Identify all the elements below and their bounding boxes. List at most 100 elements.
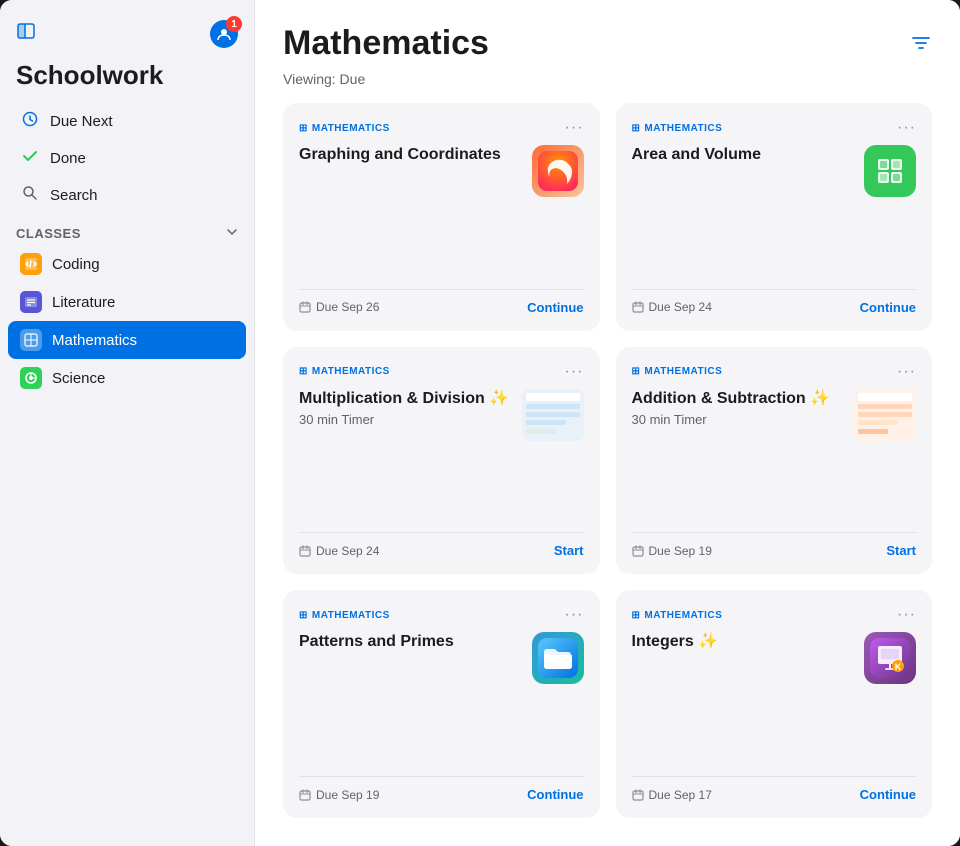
- card-info-integers: Integers ✨: [632, 632, 865, 653]
- card-due-integers: Due Sep 17: [632, 788, 712, 802]
- card-info-addition: Addition & Subtraction ✨ 30 min Timer: [632, 389, 855, 428]
- sidebar-item-mathematics[interactable]: Mathematics: [8, 321, 246, 359]
- card-title-graphing: Graphing and Coordinates: [299, 145, 532, 166]
- literature-icon: [20, 291, 42, 313]
- card-title-area: Area and Volume: [632, 145, 865, 166]
- check-icon: [20, 148, 40, 169]
- card-subject-graphing: ⊞ MATHEMATICS: [299, 123, 390, 134]
- card-subject-area: ⊞ MATHEMATICS: [632, 123, 723, 134]
- card-body-graphing: Graphing and Coordinates: [299, 145, 584, 277]
- card-footer-multiplication: Due Sep 24 Start: [299, 532, 584, 558]
- card-title-addition: Addition & Subtraction ✨: [632, 389, 855, 410]
- card-header-patterns: ⊞ MATHEMATICS ···: [299, 606, 584, 624]
- card-header-graphing: ⊞ MATHEMATICS ···: [299, 119, 584, 137]
- card-integers: ⊞ MATHEMATICS ··· Integers ✨: [616, 590, 933, 818]
- mathematics-icon: [20, 329, 42, 351]
- multiplication-thumbnail: [522, 389, 584, 441]
- class-label-coding: Coding: [52, 256, 100, 273]
- card-due-graphing: Due Sep 26: [299, 300, 379, 314]
- card-footer-patterns: Due Sep 19 Continue: [299, 776, 584, 802]
- card-footer-graphing: Due Sep 26 Continue: [299, 289, 584, 315]
- viewing-label: Viewing: Due: [255, 71, 960, 103]
- filter-icon[interactable]: [910, 32, 932, 60]
- sidebar-item-label-search: Search: [50, 187, 98, 204]
- card-info-multiplication: Multiplication & Division ✨ 30 min Timer: [299, 389, 522, 428]
- card-body-area: Area and Volume: [632, 145, 917, 277]
- card-footer-integers: Due Sep 17 Continue: [632, 776, 917, 802]
- card-body-integers: Integers ✨: [632, 632, 917, 764]
- card-more-addition[interactable]: ···: [897, 363, 916, 381]
- card-area-volume: ⊞ MATHEMATICS ··· Area and Volume: [616, 103, 933, 331]
- card-action-graphing[interactable]: Continue: [527, 300, 583, 315]
- card-due-patterns: Due Sep 19: [299, 788, 379, 802]
- classes-label: Classes: [16, 226, 81, 241]
- card-more-area[interactable]: ···: [897, 119, 916, 137]
- math-subject-icon-3: ⊞: [299, 366, 308, 377]
- card-more-multiplication[interactable]: ···: [565, 363, 584, 381]
- card-due-addition: Due Sep 19: [632, 544, 712, 558]
- card-action-integers[interactable]: Continue: [860, 787, 916, 802]
- card-due-multiplication: Due Sep 24: [299, 544, 379, 558]
- clock-icon: [20, 111, 40, 132]
- main-header: Mathematics: [255, 0, 960, 71]
- sidebar-nav: Due Next Done Search: [0, 103, 254, 214]
- card-title-integers: Integers ✨: [632, 632, 865, 653]
- card-more-integers[interactable]: ···: [897, 606, 916, 624]
- math-subject-icon-4: ⊞: [632, 366, 641, 377]
- class-label-literature: Literature: [52, 294, 115, 311]
- chevron-down-icon[interactable]: [226, 226, 238, 241]
- sidebar-header: 1: [0, 20, 254, 56]
- card-body-addition: Addition & Subtraction ✨ 30 min Timer: [632, 389, 917, 521]
- card-header-area: ⊞ MATHEMATICS ···: [632, 119, 917, 137]
- math-subject-icon-2: ⊞: [632, 123, 641, 134]
- sidebar-item-done[interactable]: Done: [8, 140, 246, 177]
- sidebar: 1 Schoolwork Due Next: [0, 0, 255, 846]
- main-content: Mathematics Viewing: Due ⊞ MATHEMATICS ·: [255, 0, 960, 846]
- classes-list: Coding Literature: [0, 245, 254, 397]
- files-app-icon: [532, 632, 584, 684]
- card-subject-multiplication: ⊞ MATHEMATICS: [299, 366, 390, 377]
- coding-icon: [20, 253, 42, 275]
- cards-grid: ⊞ MATHEMATICS ··· Graphing and Coordinat…: [255, 103, 960, 846]
- card-more-graphing[interactable]: ···: [565, 119, 584, 137]
- user-avatar[interactable]: 1: [210, 20, 238, 48]
- card-body-multiplication: Multiplication & Division ✨ 30 min Timer: [299, 389, 584, 521]
- card-header-multiplication: ⊞ MATHEMATICS ···: [299, 363, 584, 381]
- numbers-app-icon: [864, 145, 916, 197]
- card-addition: ⊞ MATHEMATICS ··· Addition & Subtraction…: [616, 347, 933, 575]
- card-graphing: ⊞ MATHEMATICS ··· Graphing and Coordinat…: [283, 103, 600, 331]
- sidebar-item-due-next[interactable]: Due Next: [8, 103, 246, 140]
- sidebar-item-label-due-next: Due Next: [50, 113, 113, 130]
- card-body-patterns: Patterns and Primes: [299, 632, 584, 764]
- card-info-patterns: Patterns and Primes: [299, 632, 532, 653]
- sidebar-toggle-icon[interactable]: [16, 21, 36, 47]
- card-action-multiplication[interactable]: Start: [554, 543, 584, 558]
- card-footer-area: Due Sep 24 Continue: [632, 289, 917, 315]
- card-title-patterns: Patterns and Primes: [299, 632, 532, 653]
- keynote-app-icon: K: [864, 632, 916, 684]
- search-icon: [20, 185, 40, 206]
- sidebar-item-coding[interactable]: Coding: [8, 245, 246, 283]
- card-subject-patterns: ⊞ MATHEMATICS: [299, 610, 390, 621]
- addition-thumbnail: [854, 389, 916, 441]
- sidebar-item-literature[interactable]: Literature: [8, 283, 246, 321]
- sidebar-item-science[interactable]: Science: [8, 359, 246, 397]
- card-action-patterns[interactable]: Continue: [527, 787, 583, 802]
- main-title: Mathematics: [283, 24, 489, 63]
- card-multiplication: ⊞ MATHEMATICS ··· Multiplication & Divis…: [283, 347, 600, 575]
- science-icon: [20, 367, 42, 389]
- classes-section-header: Classes: [0, 214, 254, 245]
- sidebar-title: Schoolwork: [0, 56, 254, 103]
- class-label-mathematics: Mathematics: [52, 332, 137, 349]
- math-subject-icon-5: ⊞: [299, 610, 308, 621]
- card-action-addition[interactable]: Start: [886, 543, 916, 558]
- math-subject-icon-6: ⊞: [632, 610, 641, 621]
- card-action-area[interactable]: Continue: [860, 300, 916, 315]
- card-header-integers: ⊞ MATHEMATICS ···: [632, 606, 917, 624]
- sidebar-item-label-done: Done: [50, 150, 86, 167]
- sidebar-item-search[interactable]: Search: [8, 177, 246, 214]
- class-label-science: Science: [52, 370, 105, 387]
- card-subject-integers: ⊞ MATHEMATICS: [632, 610, 723, 621]
- card-more-patterns[interactable]: ···: [565, 606, 584, 624]
- card-info-area: Area and Volume: [632, 145, 865, 166]
